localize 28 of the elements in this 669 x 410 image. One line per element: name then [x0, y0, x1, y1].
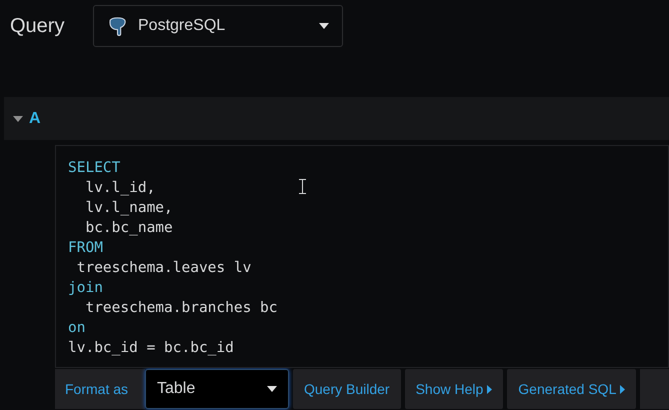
caret-icon[interactable]	[13, 116, 23, 122]
query-row-header[interactable]: A	[4, 97, 669, 140]
code-line: lv.l_name,	[84, 199, 173, 218]
datasource-name: PostgreSQL	[138, 16, 226, 36]
code-line: lv.bc_id = bc.bc_id	[68, 339, 234, 358]
text-cursor-icon	[299, 179, 306, 194]
format-dropdown[interactable]: Table	[145, 369, 289, 409]
page-title: Query	[10, 14, 66, 39]
toolbar-button[interactable]: Show Help	[404, 369, 504, 409]
code-line: join	[68, 279, 103, 298]
toolbar-button[interactable]: Query Builder	[293, 369, 401, 409]
code-line: lv.l_id,	[84, 179, 156, 198]
caret-icon	[267, 386, 277, 392]
code-line: FROM	[68, 239, 103, 258]
caret-icon	[319, 23, 329, 29]
code-line: treeschema.branches bc	[84, 299, 278, 318]
toolbar-filler	[640, 369, 669, 409]
code-editor[interactable]: SELECT lv.l_id, lv.l_name, bc.bc_name FROM treeschema.leaves lv join treeschema.branches bc on lv.bc_id = bc.bc_id	[55, 145, 669, 368]
code-line: treeschema.leaves lv	[76, 259, 252, 278]
code-line: bc.bc_name	[84, 219, 173, 238]
toolbar-button[interactable]: Generated SQL	[507, 369, 636, 409]
code-line: SELECT	[68, 159, 120, 178]
elephant-icon	[107, 16, 128, 36]
datasource-dropdown[interactable]: PostgreSQL	[93, 5, 343, 47]
format-label: Format as	[55, 369, 145, 409]
query-name: A	[29, 108, 41, 128]
code-line: on	[68, 319, 86, 338]
format-value: Table	[157, 379, 196, 399]
